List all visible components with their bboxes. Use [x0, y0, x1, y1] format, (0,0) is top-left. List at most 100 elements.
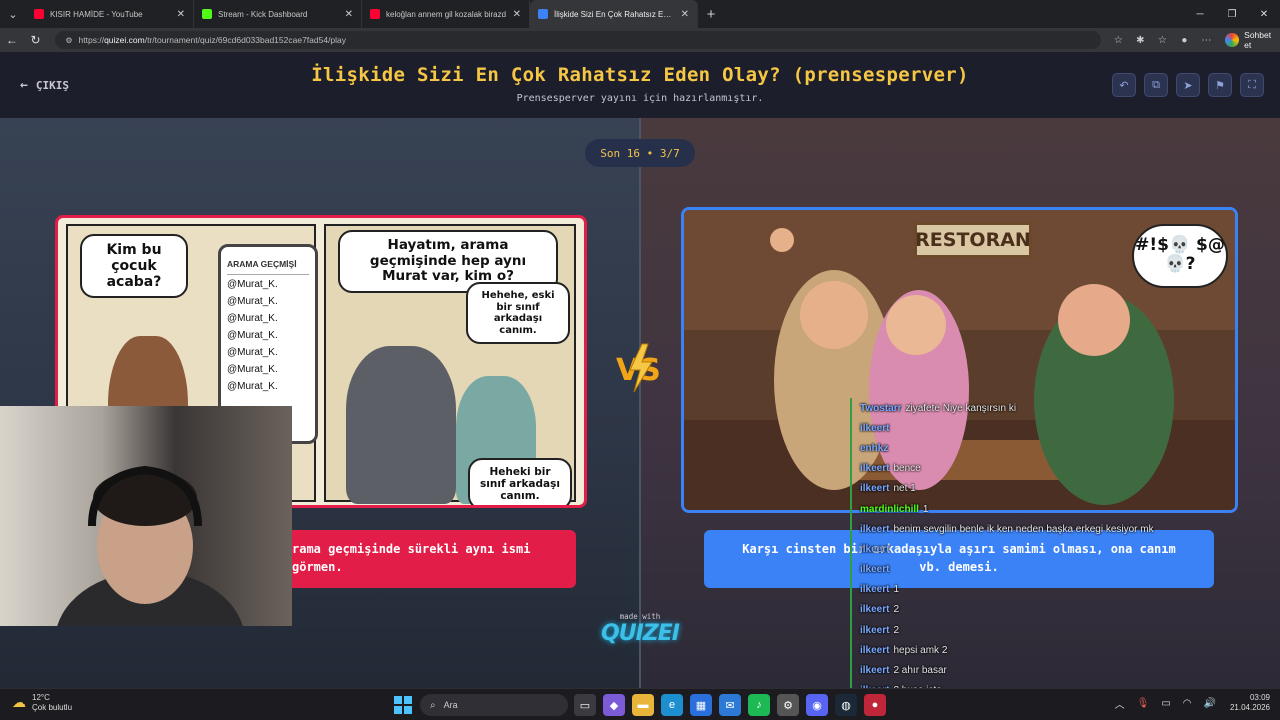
chat-username[interactable]: ilkeert: [860, 483, 889, 494]
chat-username[interactable]: ilkeert: [860, 584, 889, 595]
versus-icon: VS: [616, 343, 661, 393]
microphone-icon[interactable]: 🎙: [1137, 698, 1150, 709]
clock[interactable]: 03:09 21.04.2026: [1230, 693, 1270, 713]
volume-icon[interactable]: 🔊: [1204, 698, 1216, 709]
bookmark-star-icon[interactable]: ☆: [1107, 35, 1129, 46]
restore-icon[interactable]: ❐: [1216, 0, 1248, 28]
new-tab-button[interactable]: +: [698, 6, 724, 23]
speech-bubble: Hehehe, eski bir sınıf arkadaşı canım.: [466, 282, 570, 344]
wifi-icon[interactable]: ◠: [1183, 698, 1192, 709]
chat-text: benim sevgilin benle ik ken neden başka …: [893, 523, 1154, 535]
taskbar-search[interactable]: ⌕ Ara: [420, 694, 568, 716]
chat-username[interactable]: ilkeert: [860, 665, 889, 676]
copilot-chat-button[interactable]: Sohbet et: [1225, 30, 1280, 50]
reload-icon[interactable]: ↻: [24, 28, 48, 52]
steam-icon[interactable]: ◍: [835, 694, 857, 716]
more-menu-icon[interactable]: ⋯: [1195, 35, 1217, 46]
extensions-icon[interactable]: ✱: [1129, 35, 1151, 46]
phone-item: @Murat_K.: [227, 313, 278, 324]
chat-username[interactable]: mardinlichill: [860, 504, 919, 515]
answer-left-label[interactable]: rama geçmişinde sürekli aynı ismi görmen…: [280, 530, 576, 588]
chat-message: ilkeert 2: [852, 620, 1150, 640]
tab-label: KISIR HAMİDE - YouTube: [50, 9, 143, 19]
start-button[interactable]: [394, 696, 412, 714]
chat-message: ilkeert2 buse işte: [852, 681, 1150, 688]
phone-item: @Murat_K.: [227, 279, 278, 290]
tab-kick-dashboard[interactable]: Stream - Kick Dashboard ✕: [194, 0, 362, 28]
close-icon[interactable]: ✕: [345, 9, 353, 20]
quizei-icon: [538, 9, 548, 19]
tab-youtube[interactable]: KISIR HAMİDE - YouTube ✕: [26, 0, 194, 28]
made-with-text: made with: [619, 612, 661, 621]
share-icon[interactable]: ⧉: [1144, 73, 1168, 97]
weather-widget[interactable]: ☁ 12°C Çok bulutlu: [12, 693, 72, 712]
task-view-icon[interactable]: ▭: [574, 694, 596, 716]
chevron-up-icon[interactable]: ︿: [1115, 696, 1125, 711]
chat-username[interactable]: Twostarr: [860, 403, 902, 414]
chat-username[interactable]: ilkeert: [860, 463, 889, 474]
file-explorer-icon[interactable]: ▬: [632, 694, 654, 716]
settings-icon[interactable]: ⚙: [777, 694, 799, 716]
chat-message: Twostarr ziyafete Niye kanşırsın ki: [852, 398, 1150, 418]
clock-time: 03:09: [1249, 693, 1270, 702]
mail-icon[interactable]: ✉: [719, 694, 741, 716]
tab-label: Stream - Kick Dashboard: [218, 9, 308, 19]
edge-icon[interactable]: e: [661, 694, 683, 716]
chat-username[interactable]: ilkeert: [860, 524, 889, 535]
site-info-icon[interactable]: ⚙: [65, 36, 72, 45]
chat-message: ilkeert 1: [852, 580, 1150, 600]
phone-item: @Murat_K.: [227, 381, 278, 392]
profile-avatar[interactable]: ●: [1173, 35, 1195, 46]
chat-message: ilkeert 2 ahır basar: [852, 660, 1150, 680]
weather-desc: Çok bulutlu: [32, 702, 73, 712]
browser-tab-bar: ⌄ KISIR HAMİDE - YouTube ✕ Stream - Kick…: [0, 0, 1280, 28]
back-icon[interactable]: ←: [0, 28, 24, 52]
close-icon[interactable]: ✕: [513, 9, 521, 20]
copilot-app-icon[interactable]: ◆: [603, 694, 625, 716]
chat-username[interactable]: ilkeert: [860, 544, 889, 555]
quizei-logo: QUIZEI: [601, 621, 680, 646]
clock-date: 21.04.2026: [1229, 703, 1270, 712]
url-path: /tr/tournament/quiz/69cd6d033bad152cae7f…: [144, 35, 347, 45]
close-icon[interactable]: ✕: [681, 9, 689, 20]
obs-icon[interactable]: ●: [864, 694, 886, 716]
chat-username[interactable]: ilkeert: [860, 423, 889, 434]
webcam-overlay: [0, 406, 292, 626]
spotify-icon[interactable]: ♪: [748, 694, 770, 716]
favorites-icon[interactable]: ☆: [1151, 35, 1173, 46]
fullscreen-icon[interactable]: ⛶: [1240, 73, 1264, 97]
chat-username[interactable]: enhkz: [860, 443, 888, 454]
send-icon[interactable]: ➤: [1176, 73, 1200, 97]
chat-text: ziyafete Niye kanşırsın ki: [905, 402, 1017, 414]
chat-text: hepsi amk 2: [893, 644, 948, 656]
url-field[interactable]: ⚙ https://quizei.com/tr/tournament/quiz/…: [55, 31, 1102, 49]
flag-icon[interactable]: ⚑: [1208, 73, 1232, 97]
tab-quizei[interactable]: İlişkide Sizi En Çok Rahatsız Eden O ✕: [530, 0, 698, 28]
chat-message: ilkeert benim sevgilin benle ik ken neden…: [852, 519, 1154, 539]
chat-text: 1: [922, 503, 929, 515]
chat-username[interactable]: ilkeert: [860, 645, 889, 656]
chat-username[interactable]: ilkeert: [860, 625, 889, 636]
store-icon[interactable]: ▦: [690, 694, 712, 716]
close-icon[interactable]: ✕: [177, 9, 185, 20]
youtube-icon: [370, 9, 380, 19]
url-domain: quizei.com: [104, 35, 145, 45]
speech-bubble: Heheki bir sınıf arkadaşı canım.: [468, 458, 572, 505]
chat-text: 2 ahır basar: [893, 665, 947, 677]
discord-icon[interactable]: ◉: [806, 694, 828, 716]
undo-icon[interactable]: ↶: [1112, 73, 1136, 97]
search-label: Ara: [443, 700, 458, 710]
tab-menu-icon[interactable]: ⌄: [0, 0, 26, 28]
phone-item: @Murat_K.: [227, 347, 278, 358]
minimize-icon[interactable]: ─: [1184, 0, 1216, 28]
network-icon[interactable]: ▭: [1161, 698, 1170, 709]
chat-username[interactable]: ilkeert: [860, 564, 889, 575]
chat-text: 2: [893, 624, 900, 636]
tab-youtube-2[interactable]: keloğlan annem gil kozalak birazd ✕: [362, 0, 530, 28]
chat-message: ilkeert net 1: [852, 479, 1150, 499]
close-window-icon[interactable]: ✕: [1248, 0, 1280, 28]
curse-bubble: #!$💀 $@💀?: [1132, 224, 1228, 288]
window-controls: ─ ❐ ✕: [1184, 0, 1280, 28]
chat-message: ilkeert bence: [852, 459, 1150, 479]
chat-username[interactable]: ilkeert: [860, 604, 889, 615]
